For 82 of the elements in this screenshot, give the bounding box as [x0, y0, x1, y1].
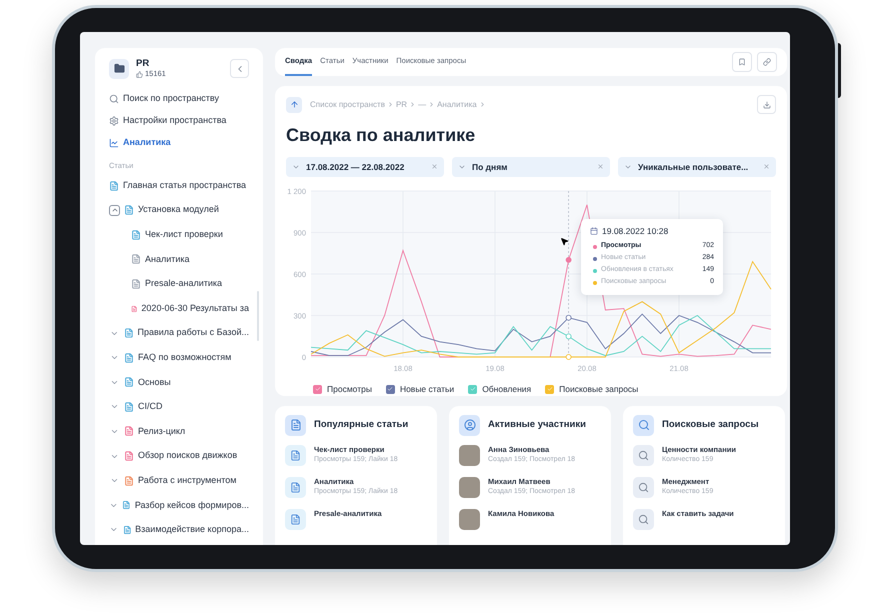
page-title: Сводка по аналитике: [286, 124, 476, 147]
legend-label: Просмотры: [327, 382, 372, 396]
tree-item[interactable]: Аналитика: [145, 252, 190, 266]
chevron-icon: [386, 101, 394, 108]
arrow-up-icon: [290, 100, 298, 110]
hover-point: [566, 354, 572, 360]
filter-value: 17.08.2022 — 22.08.2022: [306, 160, 404, 174]
tree-item[interactable]: Главная статья пространства: [123, 178, 246, 192]
legend-checkbox[interactable]: [313, 384, 322, 394]
document-icon: [285, 444, 306, 466]
panel-title: Поисковые запросы: [662, 418, 759, 432]
tree-item[interactable]: Работа с инструментом: [138, 474, 236, 488]
tree-item[interactable]: Чек-лист проверки: [145, 228, 223, 242]
link-icon: [763, 58, 771, 66]
chart-icon: [109, 138, 119, 148]
scrollbar[interactable]: [257, 291, 259, 341]
document-icon: [285, 476, 306, 498]
nav-item[interactable]: Настройки пространства: [109, 110, 249, 132]
calendar-icon: [590, 227, 598, 236]
filter-dropdown[interactable]: По дням: [452, 156, 610, 177]
panel-title: Активные участники: [488, 418, 586, 432]
filter-dropdown[interactable]: Уникальные пользовате...: [618, 156, 776, 177]
legend-checkbox[interactable]: [468, 384, 478, 394]
tree-item[interactable]: CI/CD: [138, 400, 162, 414]
tree-item[interactable]: Установка модулей: [138, 203, 219, 217]
clear-icon[interactable]: [431, 163, 438, 170]
tree-item[interactable]: FAQ по возможностям: [138, 350, 232, 364]
filter-value: Уникальные пользовате...: [638, 160, 748, 174]
tree-item[interactable]: Основы: [138, 376, 171, 390]
check-icon: [470, 386, 476, 392]
check-icon: [314, 386, 320, 392]
hover-point: [566, 333, 572, 340]
search-icon: [633, 414, 654, 436]
settings-icon: [109, 116, 119, 126]
user-icon: [459, 414, 480, 436]
bookmark-button[interactable]: [732, 52, 752, 72]
link-button[interactable]: [757, 52, 777, 72]
photo-placeholder: [459, 508, 480, 530]
tree-item[interactable]: Правила работы с Базой...: [138, 326, 249, 340]
filter-value: По дням: [472, 160, 508, 174]
search-icon: [633, 508, 654, 530]
chevron-icon: [478, 101, 486, 108]
chevron-icon: [428, 101, 436, 108]
check-icon: [387, 386, 394, 392]
like-icon: [136, 70, 143, 78]
legend-checkbox[interactable]: [386, 384, 395, 394]
legend-label: Новые статьи: [400, 382, 454, 396]
nav-item[interactable]: Аналитика: [109, 132, 249, 154]
photo-placeholder: [459, 476, 480, 498]
up-button[interactable]: [286, 96, 302, 113]
folder-icon: [109, 58, 129, 78]
legend-label: Обновления: [482, 382, 532, 396]
tree-item[interactable]: Разбор кейсов формиров...: [134, 498, 249, 512]
download-icon: [762, 100, 770, 109]
hover-point: [566, 256, 572, 263]
filter-dropdown[interactable]: 17.08.2022 — 22.08.2022: [286, 156, 444, 177]
document-icon: [285, 414, 306, 436]
tree-item[interactable]: Presale-аналитика: [145, 277, 222, 291]
collapse-toggle[interactable]: [109, 204, 120, 216]
search-icon: [633, 476, 654, 498]
cursor-icon: [560, 236, 569, 246]
tree-item[interactable]: Релиз-цикл: [138, 424, 186, 438]
tree-item[interactable]: Обзор поисков движков: [138, 449, 238, 463]
download-button[interactable]: [757, 95, 776, 114]
check-icon: [546, 386, 553, 392]
document-icon: [285, 508, 306, 530]
search-icon: [633, 444, 654, 466]
panel-title: Популярные статьи: [314, 418, 408, 432]
tree-item[interactable]: Взаимодействие корпора...: [135, 523, 249, 537]
clear-icon[interactable]: [763, 163, 770, 170]
tree-item[interactable]: 2020-06-30 Результаты за: [141, 302, 249, 316]
nav-item[interactable]: Поиск по пространству: [109, 88, 249, 110]
search-icon: [109, 94, 119, 104]
tooltip-date: 19.08.2022 10:28: [602, 224, 668, 238]
photo-placeholder: [459, 444, 480, 466]
space-name: PR: [136, 58, 150, 69]
legend-label: Поисковые запросы: [559, 382, 638, 396]
bookmark-icon: [738, 58, 746, 66]
hover-point: [566, 314, 572, 320]
legend-checkbox[interactable]: [545, 384, 554, 394]
chevron-icon: [409, 101, 416, 108]
clear-icon[interactable]: [597, 163, 604, 170]
